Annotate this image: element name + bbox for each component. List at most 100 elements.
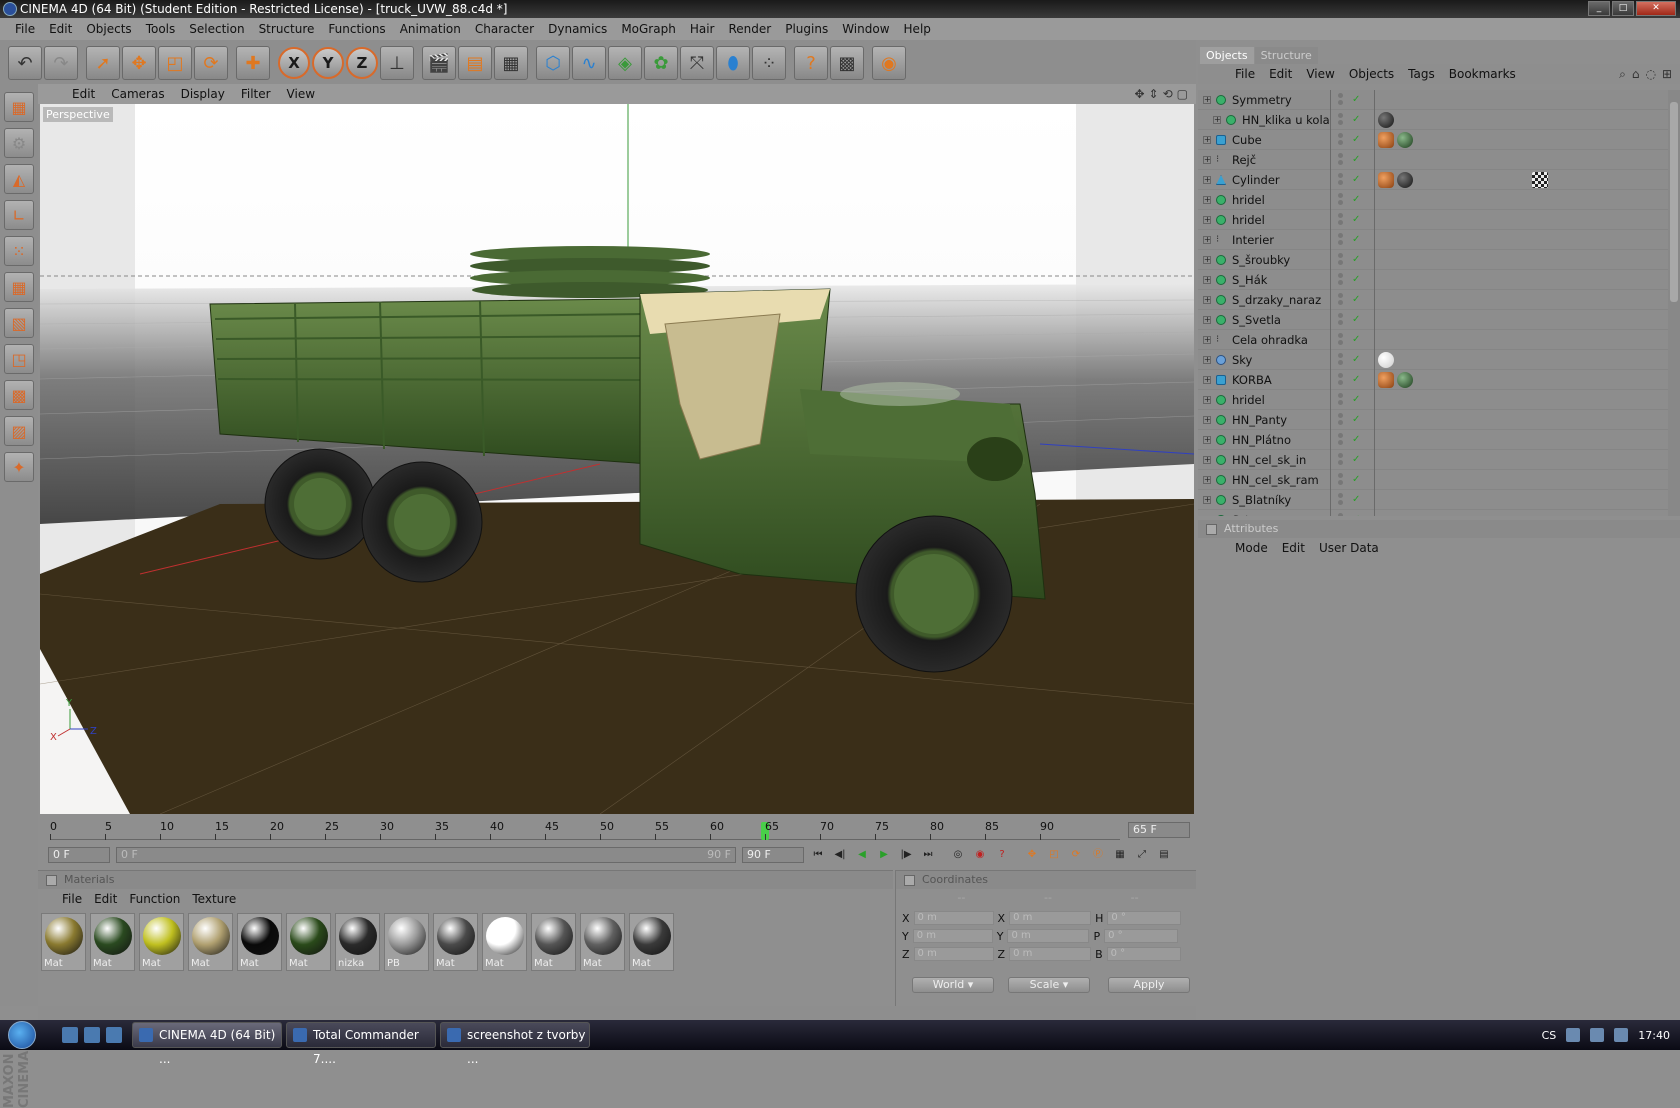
visibility-dots-icon[interactable] [1338,173,1344,185]
enabled-check-icon[interactable]: ✓ [1352,290,1360,310]
internet-explorer-icon[interactable] [106,1027,122,1043]
polygons-mode-icon[interactable]: ▧ [4,308,34,338]
taskbar-item-total-commander[interactable]: Total Commander 7.... [286,1022,436,1066]
visibility-dots-icon[interactable] [1338,493,1344,505]
rotation-track-icon[interactable]: ⟳ [1068,847,1084,863]
material-swatch[interactable]: Mat [237,913,282,971]
expand-icon[interactable]: + [1203,176,1211,184]
attributes-menu-edit[interactable]: Edit [1275,541,1312,555]
tab-objects[interactable]: Objects [1200,47,1254,64]
menu-edit[interactable]: Edit [42,18,79,40]
param-track-icon[interactable]: Ⓟ [1090,847,1106,863]
enabled-check-icon[interactable]: ✓ [1352,450,1360,470]
cube-primitive-icon[interactable]: ⬡ [536,46,570,80]
enabled-check-icon[interactable]: ✓ [1352,110,1360,130]
expand-icon[interactable]: + [1203,416,1211,424]
particles-icon[interactable]: ⁘ [752,46,786,80]
enabled-check-icon[interactable]: ✓ [1352,390,1360,410]
object-row[interactable]: + S_šroubky ✓ [1198,250,1668,270]
record-icon[interactable]: ◎ [950,847,966,863]
y-axis-lock-icon[interactable]: Y [312,47,344,79]
object-row[interactable]: + HN_klika u kola ✓ [1198,110,1668,130]
enabled-check-icon[interactable]: ✓ [1352,350,1360,370]
material-swatch[interactable]: Mat [286,913,331,971]
material-swatch[interactable]: Mat [531,913,576,971]
object-row[interactable]: + S_drzaky_naraz ✓ [1198,290,1668,310]
pla-track-icon[interactable]: ▦ [1112,847,1128,863]
menu-dynamics[interactable]: Dynamics [541,18,614,40]
render-settings-icon[interactable]: ▦ [494,46,528,80]
coordinate-system-dropdown[interactable]: World ▾ [912,977,994,993]
search-icon[interactable]: ⌕ [1619,67,1626,82]
scale-icon[interactable]: ◰ [158,46,192,80]
coord-size-field[interactable]: 0 m [1009,947,1092,961]
object-row[interactable]: +S_tramy✓ [1198,510,1668,516]
object-menu-bookmarks[interactable]: Bookmarks [1442,67,1523,81]
visibility-dots-icon[interactable] [1338,413,1344,425]
object-tree-scrollbar[interactable] [1668,90,1680,516]
eye-icon[interactable]: ◌ [1645,67,1655,82]
attributes-menu-mode[interactable]: Mode [1228,541,1275,555]
coord-pos-field[interactable]: 0 m [913,911,994,925]
help-icon[interactable]: ? [794,46,828,80]
visibility-dots-icon[interactable] [1338,513,1344,516]
enabled-check-icon[interactable]: ✓ [1352,310,1360,330]
menu-file[interactable]: File [8,18,42,40]
switch-windows-icon[interactable] [84,1027,100,1043]
viewport-menu-display[interactable]: Display [173,87,233,101]
material-swatch[interactable]: Mat [482,913,527,971]
visibility-dots-icon[interactable] [1338,233,1344,245]
viewport-menu-cameras[interactable]: Cameras [103,87,172,101]
minimize-button[interactable]: _ [1588,1,1610,16]
materials-menu-edit[interactable]: Edit [88,892,123,906]
start-frame-field[interactable]: 0 F [48,847,110,863]
step-back-icon[interactable]: ◀| [832,847,848,863]
tag-dark-icon[interactable] [1378,112,1394,128]
object-row[interactable]: + Sky ✓ [1198,350,1668,370]
scale-track-icon[interactable]: ◰ [1046,847,1062,863]
menu-selection[interactable]: Selection [182,18,251,40]
play-backward-icon[interactable]: ◀ [854,847,870,863]
menu-structure[interactable]: Structure [252,18,322,40]
keyframe-selection-icon[interactable]: ? [994,847,1010,863]
close-button[interactable]: ✕ [1636,1,1676,16]
object-row[interactable]: + HN_cel_sk_ram ✓ [1198,470,1668,490]
axis-mode-icon[interactable]: ∟ [4,200,34,230]
web-icon[interactable]: ◉ [872,46,906,80]
volume-icon[interactable] [1590,1028,1605,1042]
maximize-button[interactable]: □ [1612,1,1634,16]
viewport-move-icon[interactable]: ✥ [1134,87,1144,101]
menu-mograph[interactable]: MoGraph [614,18,683,40]
material-swatch[interactable]: Mat [139,913,184,971]
object-row[interactable]: + HN_cel_sk_in ✓ [1198,450,1668,470]
visibility-dots-icon[interactable] [1338,293,1344,305]
autokey-icon[interactable]: ◉ [972,847,988,863]
expand-icon[interactable]: + [1213,116,1221,124]
menu-character[interactable]: Character [468,18,541,40]
menu-plugins[interactable]: Plugins [778,18,835,40]
language-indicator[interactable]: CS [1542,1029,1557,1042]
move-icon[interactable]: ✥ [122,46,156,80]
materials-menu-file[interactable]: File [56,892,88,906]
visibility-dots-icon[interactable] [1338,133,1344,145]
material-swatch[interactable]: PB [384,913,429,971]
enabled-check-icon[interactable]: ✓ [1352,230,1360,250]
go-to-start-icon[interactable]: ⏮ [810,847,826,863]
material-swatch[interactable]: Mat [90,913,135,971]
enabled-check-icon[interactable]: ✓ [1352,130,1360,150]
enabled-check-icon[interactable]: ✓ [1352,210,1360,230]
render-view-icon[interactable]: 🎬 [422,46,456,80]
undo-icon[interactable]: ↶ [8,46,42,80]
viewport-maximize-icon[interactable]: ▢ [1177,87,1188,101]
live-selection-icon[interactable]: ➚ [86,46,120,80]
expand-icon[interactable]: + [1203,456,1211,464]
attributes-menu-user-data[interactable]: User Data [1312,541,1386,555]
expand-icon[interactable]: + [1203,376,1211,384]
nurbs-icon[interactable]: ◈ [608,46,642,80]
tag-check-icon[interactable] [1532,172,1548,188]
position-track-icon[interactable]: ✥ [1024,847,1040,863]
visibility-dots-icon[interactable] [1338,353,1344,365]
menu-help[interactable]: Help [897,18,938,40]
x-axis-lock-icon[interactable]: X [278,47,310,79]
object-row[interactable]: + ⁝ Cela ohradka ✓ [1198,330,1668,350]
